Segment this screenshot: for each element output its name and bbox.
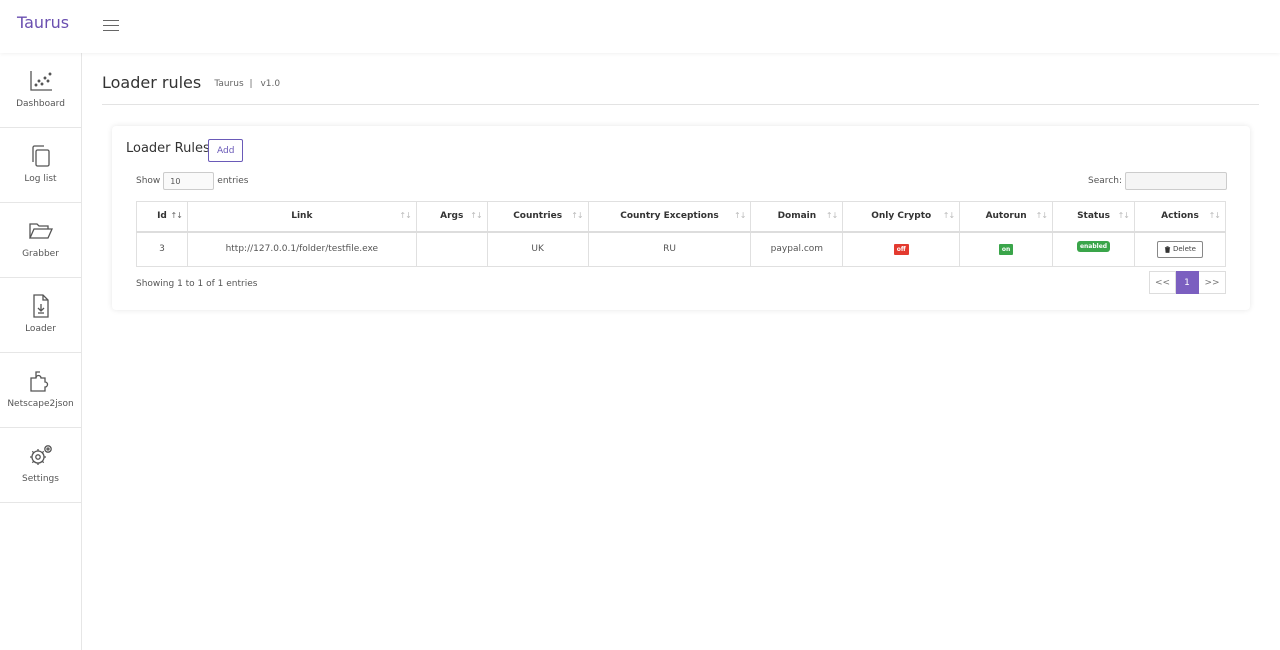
sort-icon: ↑↓: [470, 211, 482, 220]
card-title: Loader Rules: [126, 141, 210, 156]
copy-icon: [31, 145, 50, 167]
sidebar: Dashboard Log list Grabber Loader Netsca…: [0, 53, 82, 650]
page-length-select[interactable]: 10: [163, 172, 215, 190]
cell-args: [415, 231, 488, 267]
menu-toggle-icon[interactable]: [103, 20, 119, 32]
breadcrumb-version: v1.0: [260, 79, 281, 89]
breadcrumb-separator: |: [249, 79, 253, 89]
loader-rules-table: Id ↑↓ Link ↑↓ Args ↑↓ Countries ↑↓ Country E…: [136, 201, 1227, 267]
add-rule-button[interactable]: Add: [208, 139, 244, 162]
column-header-autorun[interactable]: Autorun ↑↓: [959, 201, 1054, 233]
sidebar-item-netscape2json[interactable]: Netscape2json: [0, 353, 81, 428]
column-header-status[interactable]: Status ↑↓: [1052, 201, 1135, 233]
breadcrumb-app[interactable]: Taurus: [214, 79, 243, 89]
cell-autorun: on: [959, 231, 1054, 267]
pagination: << 1 >>: [1149, 271, 1226, 294]
cell-domain: paypal.com: [750, 231, 844, 267]
sort-icon: ↑↓: [1208, 211, 1221, 220]
pagination-next-button[interactable]: >>: [1199, 271, 1226, 294]
entries-label: entries: [217, 176, 249, 186]
sidebar-item-settings[interactable]: Settings: [0, 428, 81, 503]
loader-rules-card: Loader Rules Add Show 10 entries Search:…: [112, 126, 1250, 310]
column-header-only-crypto[interactable]: Only Crypto ↑↓: [842, 201, 961, 233]
column-header-actions[interactable]: Actions ↑↓: [1133, 201, 1227, 233]
sidebar-item-label: Log list: [24, 174, 57, 184]
delete-button-label: Delete: [1172, 245, 1196, 254]
cell-id: 3: [136, 231, 188, 267]
only-crypto-badge[interactable]: off: [893, 243, 909, 255]
column-header-domain[interactable]: Domain ↑↓: [750, 201, 844, 233]
sort-icon: ↑↓: [571, 211, 583, 220]
sort-icon: ↑↓: [399, 211, 411, 220]
cell-countries: UK: [486, 231, 589, 267]
column-header-link[interactable]: Link ↑↓: [186, 201, 417, 233]
sidebar-item-grabber[interactable]: Grabber: [0, 203, 81, 278]
sidebar-item-label: Settings: [22, 474, 59, 484]
file-download-icon: [32, 294, 49, 318]
gears-icon: [29, 445, 52, 465]
status-badge[interactable]: enabled: [1076, 240, 1111, 252]
table-row: 3 http://127.0.0.1/folder/testfile.exe U…: [136, 231, 1227, 267]
delete-button[interactable]: Delete: [1156, 240, 1203, 258]
column-header-countries[interactable]: Countries ↑↓: [486, 201, 589, 233]
page-title: Loader rules: [102, 73, 202, 92]
pagination-page-1[interactable]: 1: [1176, 271, 1199, 294]
sort-icon: ↑↓: [734, 211, 746, 220]
puzzle-icon: [29, 371, 48, 392]
table-header-row: Id ↑↓ Link ↑↓ Args ↑↓ Countries ↑↓ Country E…: [136, 201, 1227, 233]
column-header-country-exceptions[interactable]: Country Exceptions ↑↓: [587, 201, 752, 233]
sort-icon: ↑↓: [1117, 211, 1130, 220]
breadcrumb: Taurus | v1.0: [214, 79, 280, 89]
page-length-control: Show 10 entries: [136, 172, 249, 190]
cell-country-exceptions: RU: [587, 231, 752, 267]
table-info: Showing 1 to 1 of 1 entries: [136, 279, 258, 289]
sidebar-item-loader[interactable]: Loader: [0, 278, 81, 353]
trash-icon: [1164, 245, 1171, 253]
pagination-prev-button[interactable]: <<: [1149, 271, 1176, 294]
sort-icon: ↑↓: [825, 211, 838, 220]
top-bar: Taurus: [0, 0, 1280, 53]
sidebar-item-label: Grabber: [22, 249, 59, 259]
sidebar-item-log-list[interactable]: Log list: [0, 128, 81, 203]
cell-actions: Delete: [1133, 231, 1227, 267]
main-content: Loader rules Taurus | v1.0 Loader Rules …: [82, 53, 1280, 650]
sort-asc-icon: ↑↓: [170, 211, 183, 220]
sort-icon: ↑↓: [942, 211, 955, 220]
cell-link: http://127.0.0.1/folder/testfile.exe: [186, 231, 417, 267]
show-label: Show: [136, 176, 161, 186]
chart-icon: [29, 71, 52, 91]
cell-only-crypto: off: [842, 231, 961, 267]
search-input[interactable]: [1125, 172, 1227, 190]
sort-icon: ↑↓: [1035, 211, 1048, 220]
brand-logo[interactable]: Taurus: [17, 13, 69, 32]
sidebar-item-label: Dashboard: [16, 99, 65, 109]
page-header: Loader rules Taurus | v1.0: [102, 73, 1259, 105]
sidebar-item-dashboard[interactable]: Dashboard: [0, 53, 81, 128]
sidebar-item-label: Loader: [25, 324, 56, 334]
column-header-id[interactable]: Id ↑↓: [136, 201, 188, 233]
search-control: Search:: [1088, 172, 1227, 190]
cell-status: enabled: [1052, 231, 1135, 267]
sidebar-item-label: Netscape2json: [7, 399, 74, 409]
column-header-args[interactable]: Args ↑↓: [415, 201, 488, 233]
autorun-badge[interactable]: on: [998, 243, 1014, 255]
search-label: Search:: [1088, 176, 1122, 186]
folder-open-icon: [28, 223, 53, 239]
